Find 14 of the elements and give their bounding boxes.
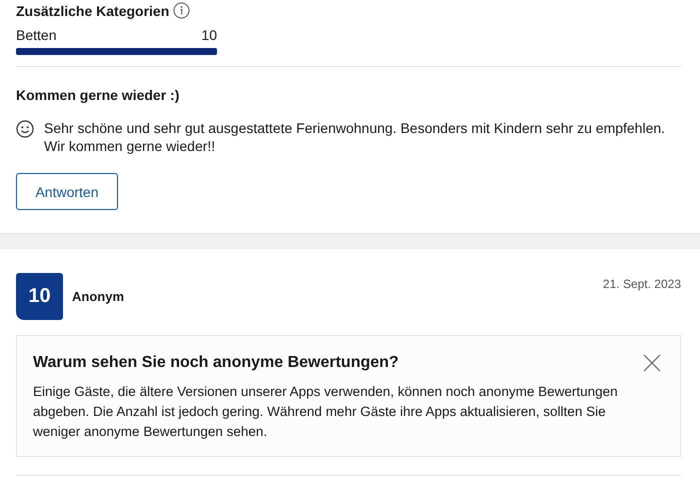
notice-title: Warum sehen Sie noch anonyme Bewertungen? <box>33 354 399 372</box>
category-score: 10 <box>201 27 217 43</box>
info-icon[interactable] <box>173 2 190 19</box>
review-text: Sehr schöne und sehr gut ausgestattete Ferienwohnung. Besonders mit Kindern sehr zu empfehlen. Wir kommen gerne wieder!! <box>44 119 666 155</box>
reply-button[interactable]: Antworten <box>16 173 118 210</box>
review-title: Kommen gerne wieder :) <box>16 87 180 103</box>
smiley-icon <box>16 120 34 138</box>
review-date: 21. Sept. 2023 <box>602 277 681 291</box>
category-name: Betten <box>16 27 56 43</box>
close-icon[interactable] <box>643 354 661 372</box>
notice-text: Einige Gäste, die ältere Versionen unserer Apps verwenden, können noch anonyme Bewertungen abgeben. Die Anzahl ist jedoch gering. Während mehr Gäste ihre Apps aktualisieren, sollten Sie weniger anonyme Bewertungen sehen. <box>33 383 619 441</box>
reviewer-name: Anonym <box>72 289 124 304</box>
section-heading: Zusätzliche Kategorien <box>16 2 170 18</box>
score-badge: 10 <box>16 273 63 320</box>
